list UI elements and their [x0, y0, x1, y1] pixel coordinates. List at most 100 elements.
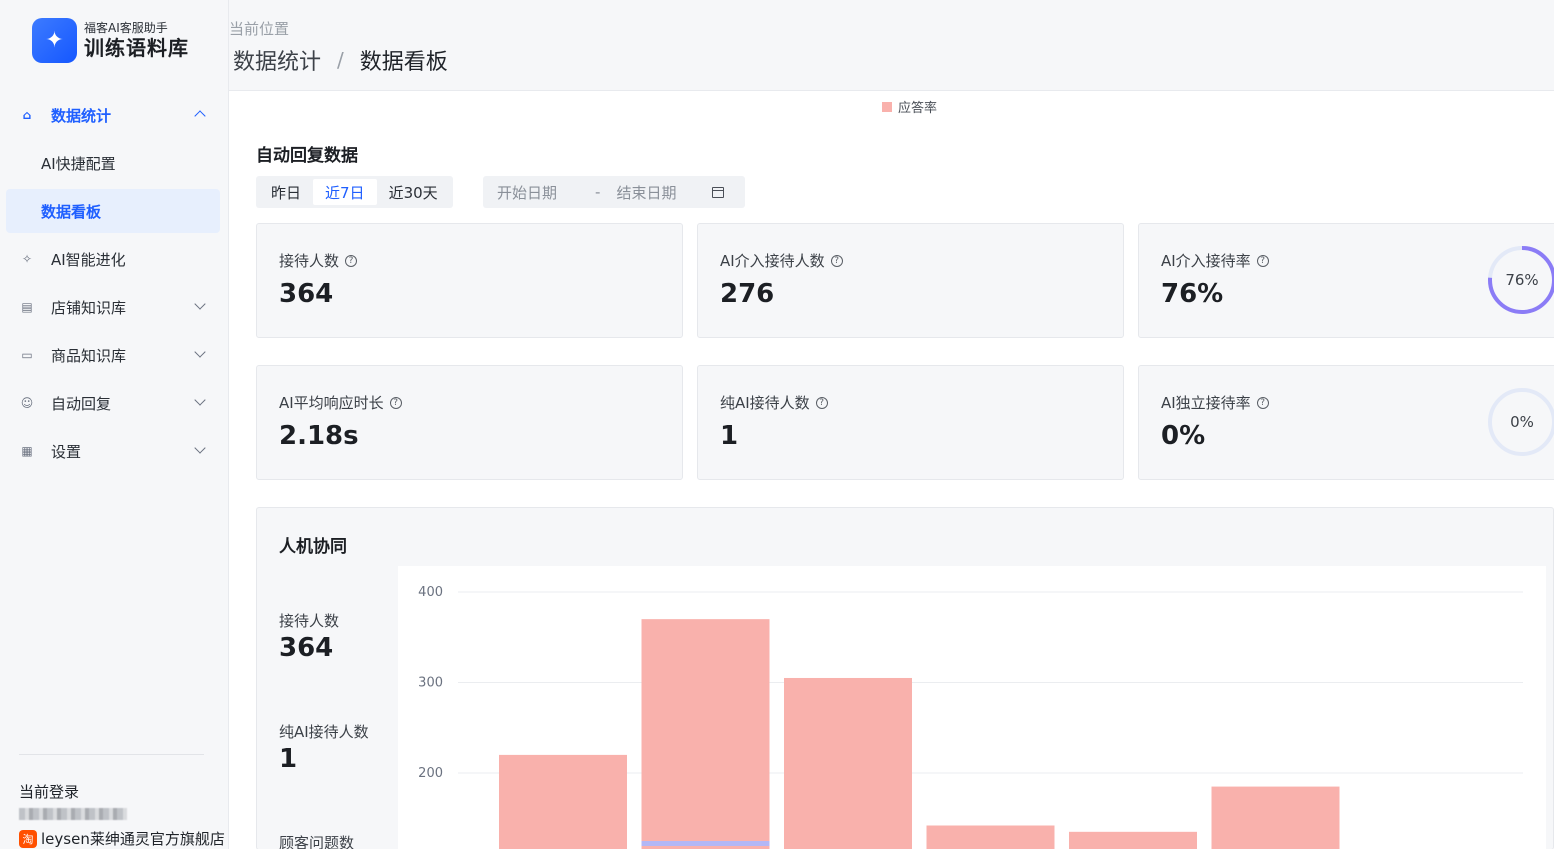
legend-swatch	[882, 101, 892, 112]
card-label: AI平均响应时长	[279, 394, 384, 412]
collab-stat: 接待人数 364	[279, 610, 339, 663]
collab-title: 人机协同	[279, 537, 347, 557]
breadcrumb-item-data-stats[interactable]: 数据统计	[233, 44, 321, 76]
sparkle-icon: ✦	[32, 18, 77, 63]
breadcrumb-separator: /	[337, 48, 344, 72]
tab-yesterday[interactable]: 昨日	[259, 179, 313, 205]
redacted-username	[19, 808, 127, 820]
end-date-input[interactable]: 结束日期	[616, 182, 676, 203]
date-range-picker[interactable]: 开始日期 - 结束日期	[483, 176, 745, 208]
sidebar-item-ai-evolution[interactable]: ✧ AI智能进化	[6, 237, 220, 281]
collab-stat: 纯AI接待人数 1	[279, 721, 369, 774]
login-info: 当前登录	[19, 754, 204, 820]
breadcrumb: 数据统计 / 数据看板	[233, 44, 448, 76]
sidebar-item-label: 数据统计	[51, 106, 112, 125]
sparkle-icon: ✧	[21, 252, 33, 266]
collab-chart: 200 300 400	[398, 566, 1546, 849]
card-value: 0%	[1161, 421, 1206, 451]
section-title: 自动回复数据	[256, 146, 358, 166]
book-icon: ▤	[21, 300, 33, 314]
brand-subtitle: 福客AI客服助手	[84, 21, 168, 35]
breadcrumb-item-dashboard: 数据看板	[359, 50, 448, 75]
collab-stat-value: 1	[279, 744, 298, 774]
brand-title: 训练语料库	[84, 36, 189, 60]
chart-bar	[1211, 786, 1340, 849]
stat-card-ai-reception: AI介入接待人数? 276	[697, 223, 1124, 338]
card-label: AI介入接待人数	[720, 252, 825, 270]
card-value: 364	[279, 279, 334, 309]
help-icon[interactable]: ?	[345, 254, 358, 267]
card-label: 纯AI接待人数	[720, 394, 810, 412]
legend-label: 应答率	[898, 101, 938, 116]
shop-name: leysen莱绅通灵官方旗舰店	[41, 830, 225, 848]
card-value: 1	[720, 421, 739, 451]
y-tick-label: 300	[418, 676, 443, 691]
stat-card-ai-independent-rate: AI独立接待率? 0% 0%	[1138, 365, 1554, 480]
y-tick-label: 400	[418, 585, 443, 600]
box-icon: ▭	[21, 348, 33, 362]
chart-bar	[1069, 831, 1197, 849]
stat-card-ai-reception-rate: AI介入接待率? 76% 76%	[1138, 223, 1554, 338]
help-icon[interactable]: ?	[389, 396, 402, 409]
help-icon[interactable]: ?	[830, 254, 843, 267]
card-label: AI独立接待率	[1161, 394, 1251, 412]
ring-label: 0%	[1510, 413, 1534, 431]
chevron-down-icon	[194, 442, 206, 454]
sidebar-item-dashboard[interactable]: 数据看板	[6, 189, 220, 233]
stat-card-pure-ai: 纯AI接待人数? 1	[697, 365, 1124, 480]
location-label: 当前位置	[229, 20, 290, 38]
brand[interactable]: ✦ 福客AI客服助手 训练语料库	[32, 18, 189, 63]
sidebar-item-label: AI智能进化	[51, 250, 126, 269]
collab-stat-label: 纯AI接待人数	[279, 723, 369, 741]
chevron-down-icon	[194, 298, 206, 310]
chevron-down-icon	[194, 346, 206, 358]
tab-last-30-days[interactable]: 近30天	[377, 179, 450, 205]
taobao-icon: 淘	[19, 829, 37, 848]
collab-stat-value: 364	[279, 633, 334, 663]
robot-icon: ☺	[20, 396, 34, 410]
chart-bar-secondary	[641, 841, 770, 846]
sidebar-item-ai-quick-config[interactable]: AI快捷配置	[6, 141, 220, 185]
sidebar-item-settings[interactable]: ▦ 设置	[6, 429, 220, 473]
chevron-down-icon	[194, 394, 206, 406]
collab-stat-label: 顾客问题数	[279, 834, 355, 849]
help-icon[interactable]: ?	[1256, 254, 1269, 267]
sidebar-item-store-knowledge[interactable]: ▤ 店铺知识库	[6, 285, 220, 329]
sidebar-item-product-knowledge[interactable]: ▭ 商品知识库	[6, 333, 220, 377]
chart-bar	[784, 677, 912, 849]
start-date-input[interactable]: 开始日期	[497, 182, 557, 203]
chart-bar	[926, 825, 1055, 849]
card-label: 接待人数	[279, 252, 340, 270]
period-tabs: 昨日 近7日 近30天	[256, 176, 453, 208]
login-label: 当前登录	[19, 783, 80, 801]
collab-stat: 顾客问题数	[279, 832, 354, 849]
shop-name-row: 淘 leysen莱绅通灵官方旗舰店	[0, 828, 229, 849]
y-tick-label: 200	[418, 766, 443, 781]
help-icon[interactable]: ?	[815, 396, 828, 409]
stat-card-reception: 接待人数? 364	[256, 223, 683, 338]
stat-card-avg-response: AI平均响应时长? 2.18s	[256, 365, 683, 480]
legend[interactable]: 应答率	[882, 97, 937, 116]
sidebar-item-auto-reply[interactable]: ☺ 自动回复	[6, 381, 220, 425]
ring-label: 76%	[1505, 271, 1539, 289]
tab-last-7-days[interactable]: 近7日	[313, 179, 377, 205]
sidebar-item-label: 自动回复	[51, 394, 112, 413]
chart-bar	[641, 619, 770, 849]
chart-bar	[499, 754, 627, 849]
card-value: 2.18s	[279, 421, 359, 451]
card-value: 76%	[1161, 279, 1224, 309]
home-icon: ⌂	[22, 108, 32, 122]
sidebar-nav: ⌂ 数据统计 AI快捷配置 数据看板 ✧ AI智能进化 ▤ 店铺知识库 ▭ 商品…	[6, 93, 220, 477]
sidebar-item-label: 店铺知识库	[51, 298, 127, 317]
sidebar-item-data-stats[interactable]: ⌂ 数据统计	[6, 93, 220, 137]
chevron-up-icon	[194, 110, 206, 122]
main-panel: 应答率 自动回复数据 昨日 近7日 近30天 开始日期 - 结束日期 接待人数?…	[229, 90, 1554, 849]
date-separator: -	[595, 183, 601, 201]
grid-icon: ▦	[21, 444, 33, 458]
app-root: ✦ 福客AI客服助手 训练语料库 ⌂ 数据统计 AI快捷配置 数据看板 ✧ AI…	[0, 0, 1554, 849]
help-icon[interactable]: ?	[1256, 396, 1269, 409]
calendar-icon[interactable]	[712, 186, 725, 198]
bar-chart: 200 300 400	[418, 585, 1523, 849]
card-value: 276	[720, 279, 775, 309]
card-label: AI介入接待率	[1161, 252, 1251, 270]
